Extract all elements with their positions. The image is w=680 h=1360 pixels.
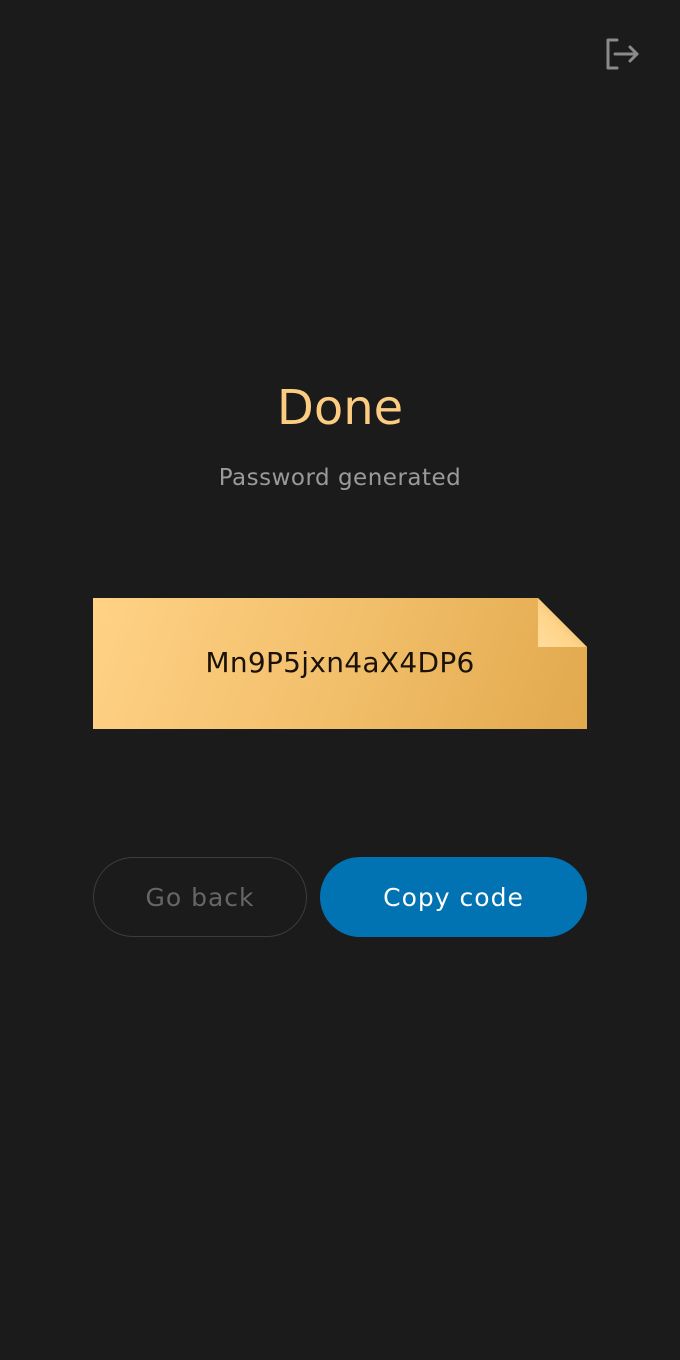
logout-button[interactable] [603,36,641,72]
generated-password: Mn9P5jxn4aX4DP6 [205,646,475,679]
go-back-button[interactable]: Go back [93,857,307,937]
copy-code-button[interactable]: Copy code [320,857,587,937]
page-subtitle: Password generated [218,465,462,491]
logout-icon [606,38,639,70]
page-title: Done [276,380,404,436]
